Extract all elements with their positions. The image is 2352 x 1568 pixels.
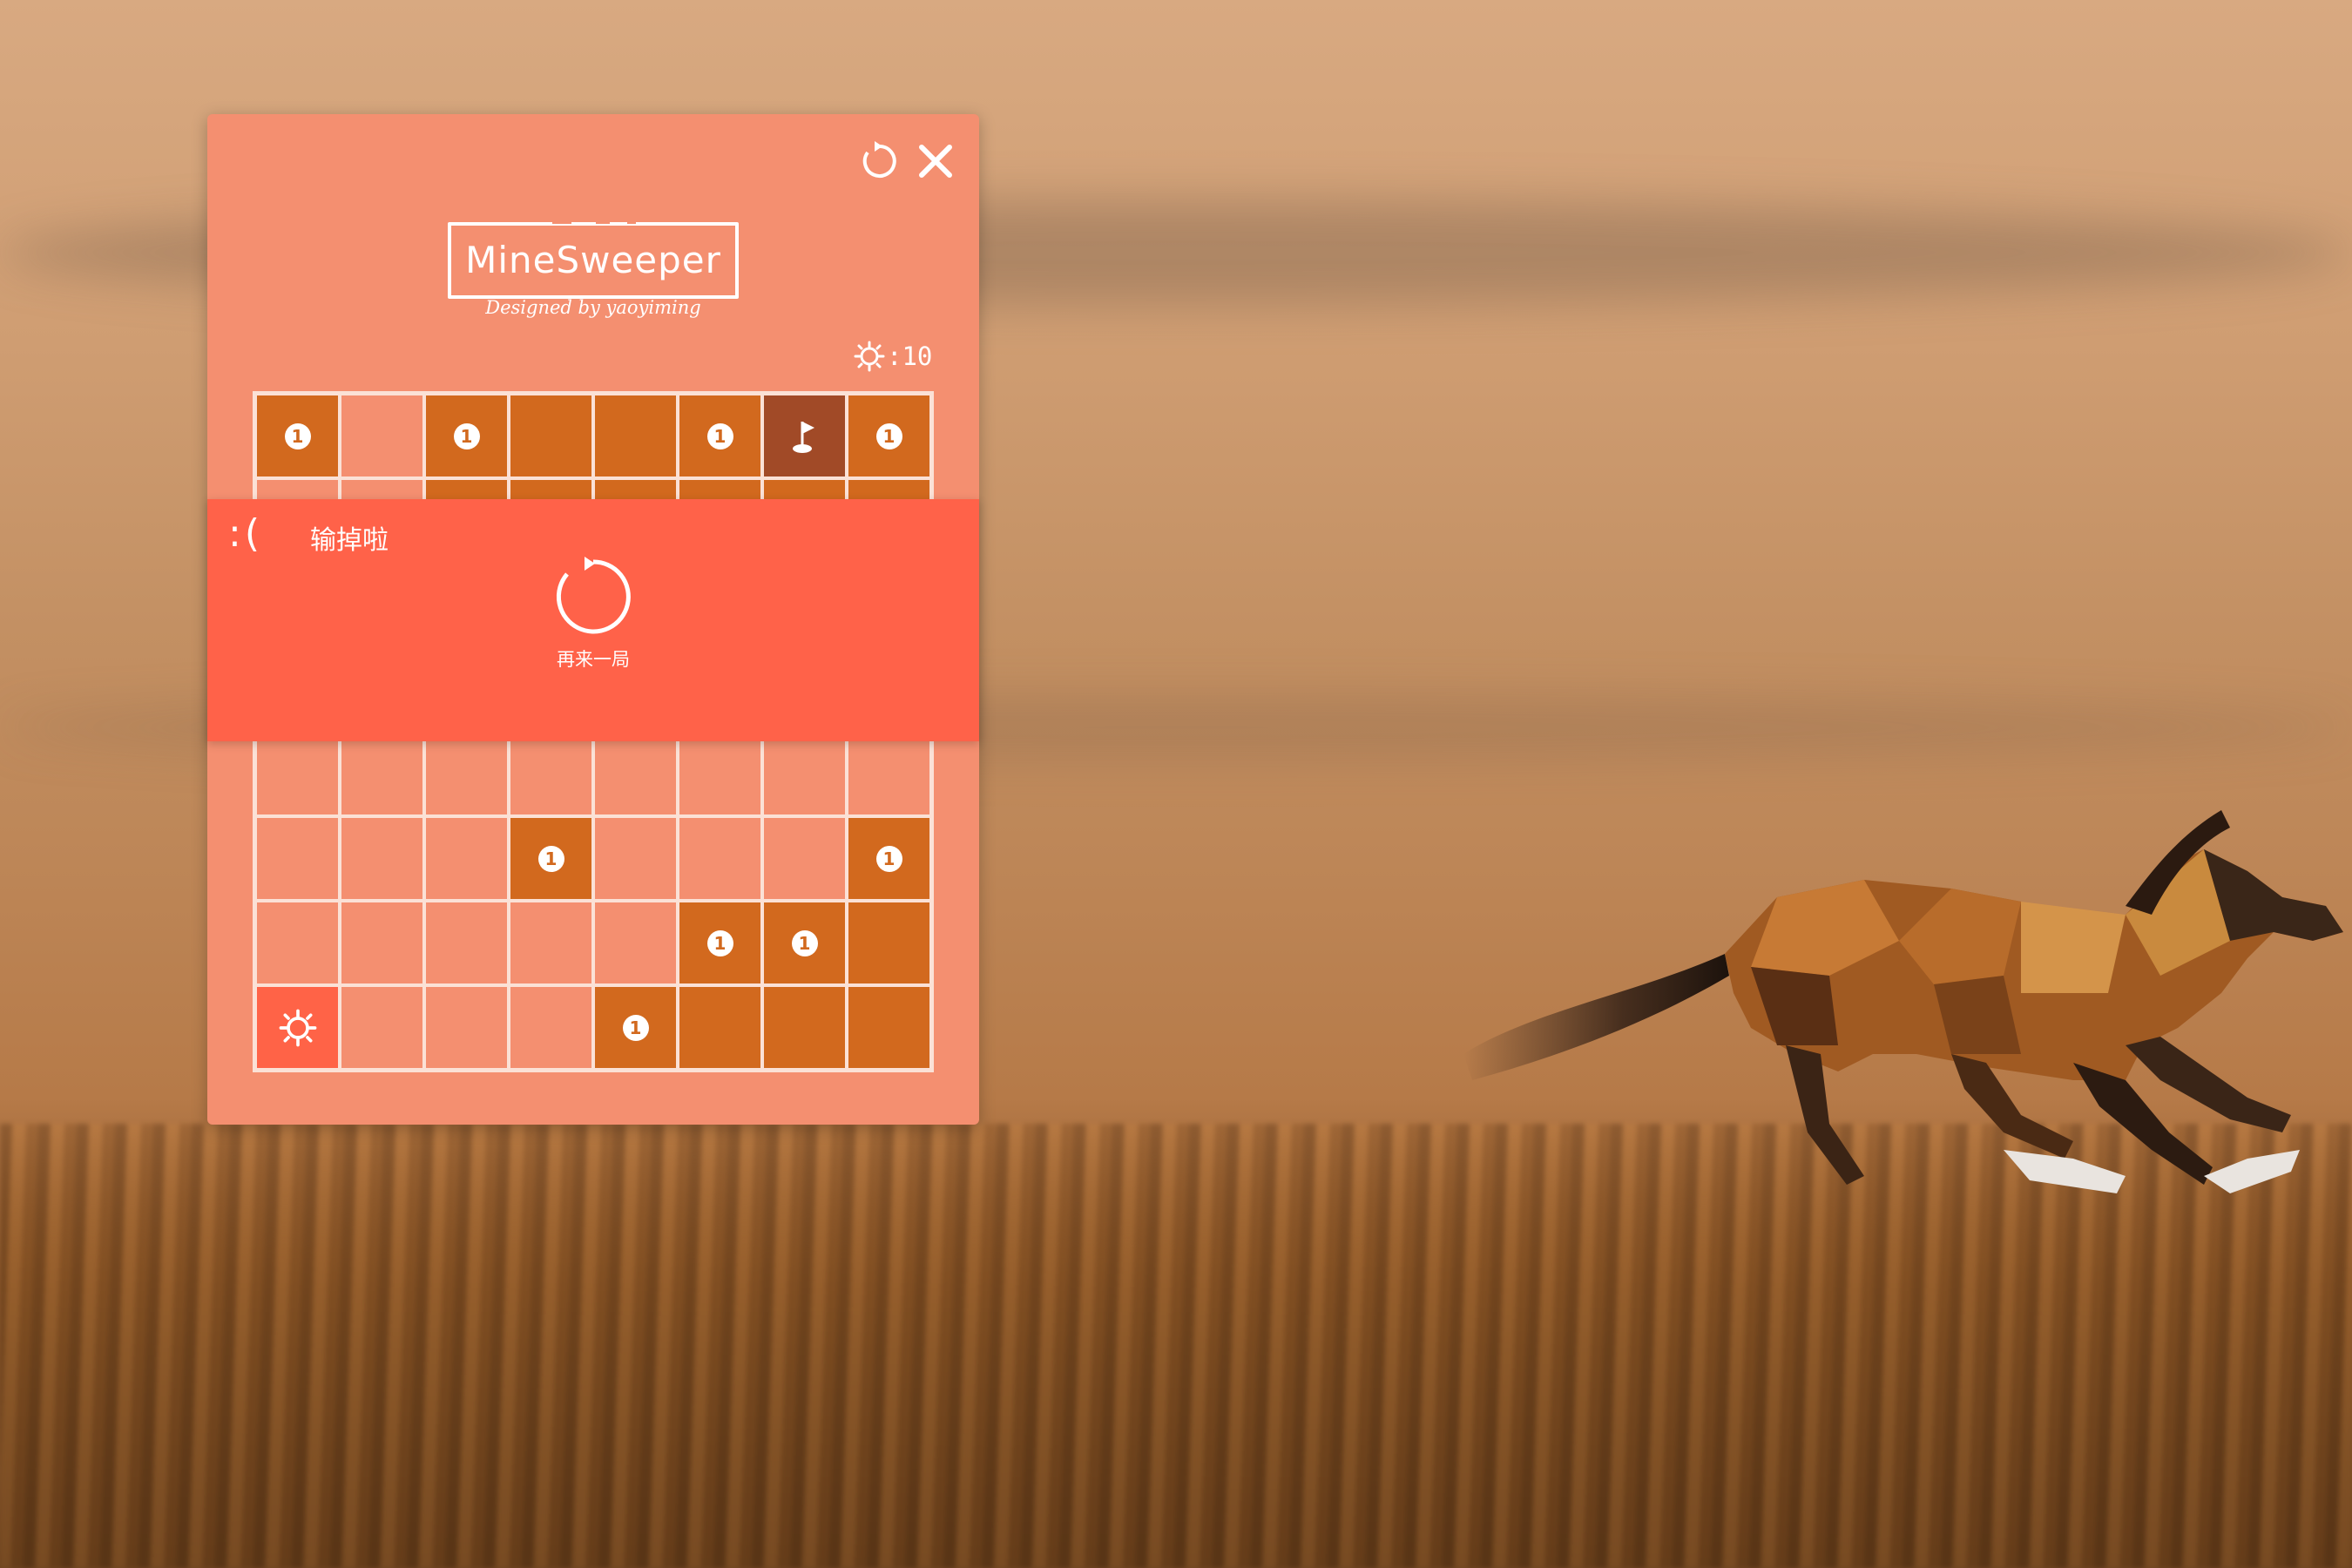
board-cell[interactable]: 1 [678,901,762,985]
board-cell[interactable] [762,816,847,901]
board-cell[interactable] [340,816,424,901]
board-cell[interactable] [847,732,931,816]
board-cell[interactable] [593,394,678,478]
board-cell[interactable] [340,901,424,985]
board-cell[interactable] [678,816,762,901]
adjacent-count: 1 [875,422,902,449]
running-horse-wallpaper [1463,810,2343,1193]
board-cell[interactable]: 1 [424,394,509,478]
board-cell[interactable]: 1 [509,816,593,901]
board-cell[interactable] [593,816,678,901]
refresh-icon [862,141,896,178]
board-cell[interactable]: 1 [847,816,931,901]
game-over-banner: :( 输掉啦 再来一局 [207,499,979,741]
board-cell[interactable]: 1 [255,394,340,478]
close-icon [919,145,952,178]
adjacent-count: 1 [537,845,564,872]
sad-face: :( [228,511,263,556]
board-cell[interactable] [255,985,340,1070]
board-cell[interactable] [255,732,340,816]
board-cell[interactable]: 1 [847,394,931,478]
adjacent-count: 1 [875,845,902,872]
board-cell[interactable] [762,394,847,478]
logo-subtitle: Designed by yaoyiming [485,297,701,318]
board-cell[interactable] [340,732,424,816]
board-cell[interactable] [255,816,340,901]
adjacent-count: 1 [791,929,818,956]
board-cell[interactable] [847,985,931,1070]
board-cell[interactable]: 1 [593,985,678,1070]
play-again-button[interactable]: 再来一局 [541,557,645,696]
board-cell[interactable] [340,394,424,478]
adjacent-count: 1 [622,1014,649,1041]
close-button[interactable] [913,139,958,184]
app-logo: MineSweeper Designed by yaoyiming [448,217,739,335]
board-cell[interactable] [255,901,340,985]
board-cell[interactable]: 1 [762,901,847,985]
board-cell[interactable] [340,985,424,1070]
board-cell[interactable] [509,732,593,816]
board-cell[interactable] [593,901,678,985]
flag-icon [792,421,814,453]
play-again-label: 再来一局 [557,649,630,670]
board-cell[interactable] [509,901,593,985]
board-cell[interactable] [847,901,931,985]
board-cell[interactable] [424,901,509,985]
board-cell[interactable] [762,732,847,816]
board-cell[interactable] [424,985,509,1070]
board-cell[interactable] [509,394,593,478]
logo-title: MineSweeper [465,239,721,281]
adjacent-count: 1 [706,929,733,956]
mine-icon [854,341,885,372]
board-cell[interactable] [593,732,678,816]
board-cell[interactable] [678,985,762,1070]
restart-icon [556,557,631,634]
board-cell[interactable]: 1 [678,394,762,478]
adjacent-count: 1 [284,422,311,449]
mine-counter: :10 [854,339,932,374]
adjacent-count: 1 [706,422,733,449]
mine-count: :10 [887,341,933,371]
board-cell[interactable] [424,816,509,901]
lose-message: 输掉啦 [310,525,389,556]
refresh-button[interactable] [857,139,902,184]
mine-icon [279,1009,316,1046]
board-cell[interactable] [424,732,509,816]
board-cell[interactable] [678,732,762,816]
adjacent-count: 1 [453,422,480,449]
board-cell[interactable] [762,985,847,1070]
board-cell[interactable] [509,985,593,1070]
